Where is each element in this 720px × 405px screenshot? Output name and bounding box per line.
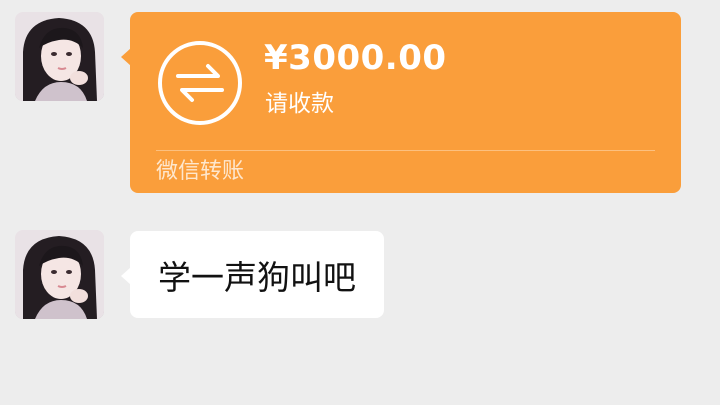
sender-avatar[interactable] [15, 230, 104, 319]
message-row-transfer: ¥3000.00 请收款 微信转账 [0, 0, 720, 200]
transfer-divider [156, 150, 655, 151]
sender-avatar[interactable] [15, 12, 104, 101]
message-text: 学一声狗叫吧 [158, 257, 356, 297]
transfer-arrows-icon [156, 39, 244, 127]
transfer-amount: ¥3000.00 [264, 38, 447, 78]
message-bubble[interactable]: 学一声狗叫吧 [121, 231, 384, 318]
transfer-card[interactable]: ¥3000.00 请收款 微信转账 [121, 12, 681, 193]
transfer-status: 请收款 [265, 91, 334, 117]
avatar-image [15, 230, 104, 319]
transfer-footer-label: 微信转账 [156, 159, 245, 184]
avatar-image [15, 12, 104, 101]
